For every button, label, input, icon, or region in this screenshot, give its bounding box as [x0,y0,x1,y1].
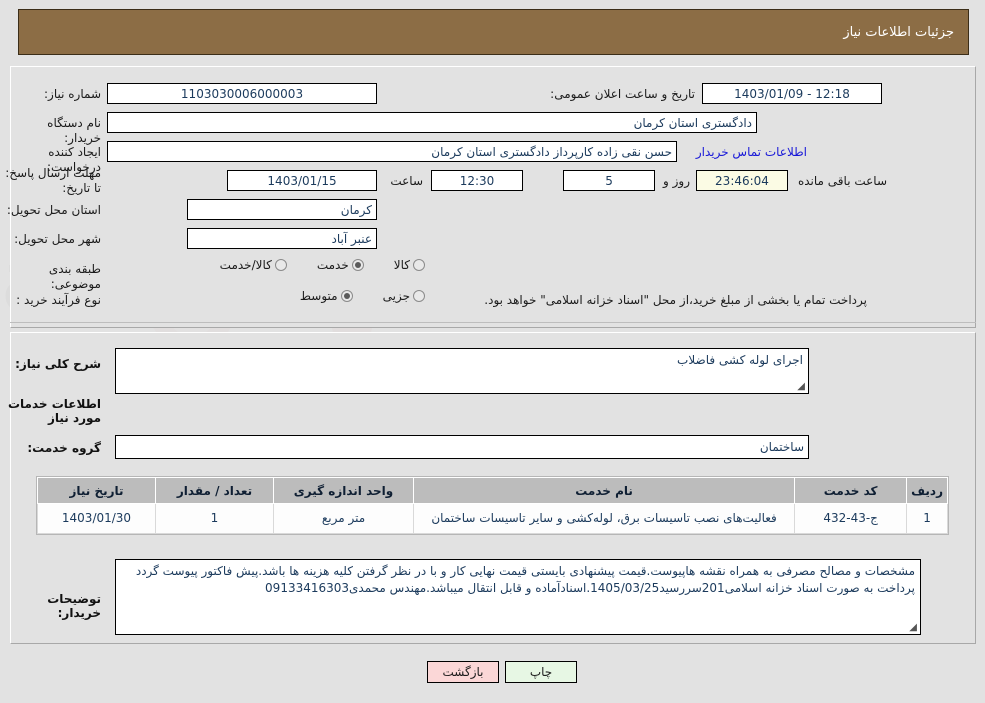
subject-category-option-1[interactable]: خدمت [317,258,364,272]
purchase-process-option-0[interactable]: جزیی [383,289,425,303]
need-summary-panel [10,66,976,328]
buyer-contact-link[interactable]: اطلاعات تماس خریدار [696,145,807,159]
page-root: AriaTender.ir جزئیات اطلاعات نیاز شماره … [0,0,985,703]
services-section-heading: اطلاعات خدمات مورد نیاز [7,397,101,425]
cell-quantity: 1 [155,503,274,534]
subject-category-option-label: خدمت [316,258,349,272]
payment-note-text: پرداخت تمام یا بخشی از مبلغ خرید،از محل … [484,293,867,307]
general-description-textarea[interactable]: اجرای لوله کشی فاضلاب ◢ [115,348,809,394]
table-row[interactable]: 1 ج-43-432 فعالیت‌های نصب تاسیسات برق، ل… [37,503,948,534]
delivery-city-label: شهر محل تحویل: [14,232,101,246]
public-announce-label: تاریخ و ساعت اعلان عمومی: [550,87,695,101]
buyer-notes-label: توضیحات خریدار: [47,592,101,620]
back-button[interactable]: بازگشت [427,661,499,683]
cell-service-code: ج-43-432 [794,503,908,534]
buyer-notes-value: مشخصات و مصالح مصرفی به همراه نقشه هاپیو… [135,564,915,595]
purchase-process-option-label: جزیی [382,289,410,303]
subject-category-label: طبقه بندی موضوعی: [48,262,101,291]
purchase-process-option-label: متوسط [299,289,338,303]
buyer-notes-textarea[interactable]: مشخصات و مصالح مصرفی به همراه نقشه هاپیو… [115,559,921,635]
countdown-label: ساعت باقی مانده [797,174,887,188]
col-row-no: ردیف [906,477,948,504]
delivery-city-field[interactable]: عنبر آباد [187,228,377,249]
need-number-field[interactable]: 1103030006000003 [107,83,377,104]
window-title-bar: جزئیات اطلاعات نیاز [18,9,969,55]
print-button[interactable]: چاپ [505,661,577,683]
purchase-process-option-1[interactable]: متوسط [300,289,353,303]
cell-unit: متر مربع [273,503,414,534]
col-unit: واحد اندازه گیری [273,477,414,504]
subject-category-option-label: کالا/خدمت [219,258,272,272]
subject-category-option-2[interactable]: کالا/خدمت [220,258,287,272]
deadline-date-field[interactable]: 1403/01/15 [227,170,377,191]
remaining-days-label: روز و [663,174,690,188]
services-table-wrapper: ردیف کد خدمت نام خدمت واحد اندازه گیری ت… [36,476,949,535]
radio-button-icon[interactable] [413,259,425,271]
services-table: ردیف کد خدمت نام خدمت واحد اندازه گیری ت… [37,477,948,534]
delivery-province-label: استان محل تحویل: [6,203,101,217]
col-service-code: کد خدمت [794,477,908,504]
col-need-date: تاریخ نیاز [37,477,156,504]
deadline-hour-field[interactable]: 12:30 [431,170,523,191]
radio-button-icon[interactable] [274,259,287,271]
cell-need-date: 1403/01/30 [37,503,156,534]
subject-category-option-0[interactable]: کالا [394,258,425,272]
response-deadline-label: مهلت ارسال پاسخ: تا تاریخ: [5,166,101,195]
resize-grip-icon[interactable]: ◢ [907,623,917,633]
cell-service-name: فعالیت‌های نصب تاسیسات برق، لوله‌کشی و س… [412,503,796,534]
countdown-timer-field: 23:46:04 [696,170,788,191]
purchase-process-radio-group[interactable]: جزیی متوسط [300,289,425,303]
page-title: جزئیات اطلاعات نیاز [843,24,954,40]
table-header-row: ردیف کد خدمت نام خدمت واحد اندازه گیری ت… [37,477,948,504]
subject-category-option-label: کالا [393,258,410,272]
resize-grip-icon[interactable]: ◢ [795,382,805,392]
col-quantity: تعداد / مقدار [155,477,274,504]
cell-row-no: 1 [906,503,948,534]
general-description-label: شرح کلی نیاز: [15,357,101,371]
service-group-field[interactable]: ساختمان [115,435,809,459]
buyer-org-label: نام دستگاه خریدار: [47,116,101,145]
deadline-hour-label: ساعت [390,174,423,188]
need-number-label: شماره نیاز: [44,87,101,101]
radio-button-icon[interactable] [340,290,353,302]
subject-category-radio-group[interactable]: کالا خدمت کالا/خدمت [220,258,425,272]
col-service-name: نام خدمت [412,477,796,504]
general-description-value: اجرای لوله کشی فاضلاب [677,353,803,367]
remaining-days-field: 5 [563,170,655,191]
public-announce-field[interactable]: 12:18 - 1403/01/09 [702,83,882,104]
section-divider [10,322,976,323]
purchase-process-label: نوع فرآیند خرید : [16,293,101,307]
radio-button-icon[interactable] [413,290,425,302]
radio-button-icon[interactable] [351,259,364,271]
request-creator-field[interactable]: حسن نقی زاده کارپرداز دادگستری استان کرم… [107,141,677,162]
buyer-org-field[interactable]: دادگستری استان کرمان [107,112,757,133]
service-group-label: گروه خدمت: [27,441,101,455]
delivery-province-field[interactable]: کرمان [187,199,377,220]
